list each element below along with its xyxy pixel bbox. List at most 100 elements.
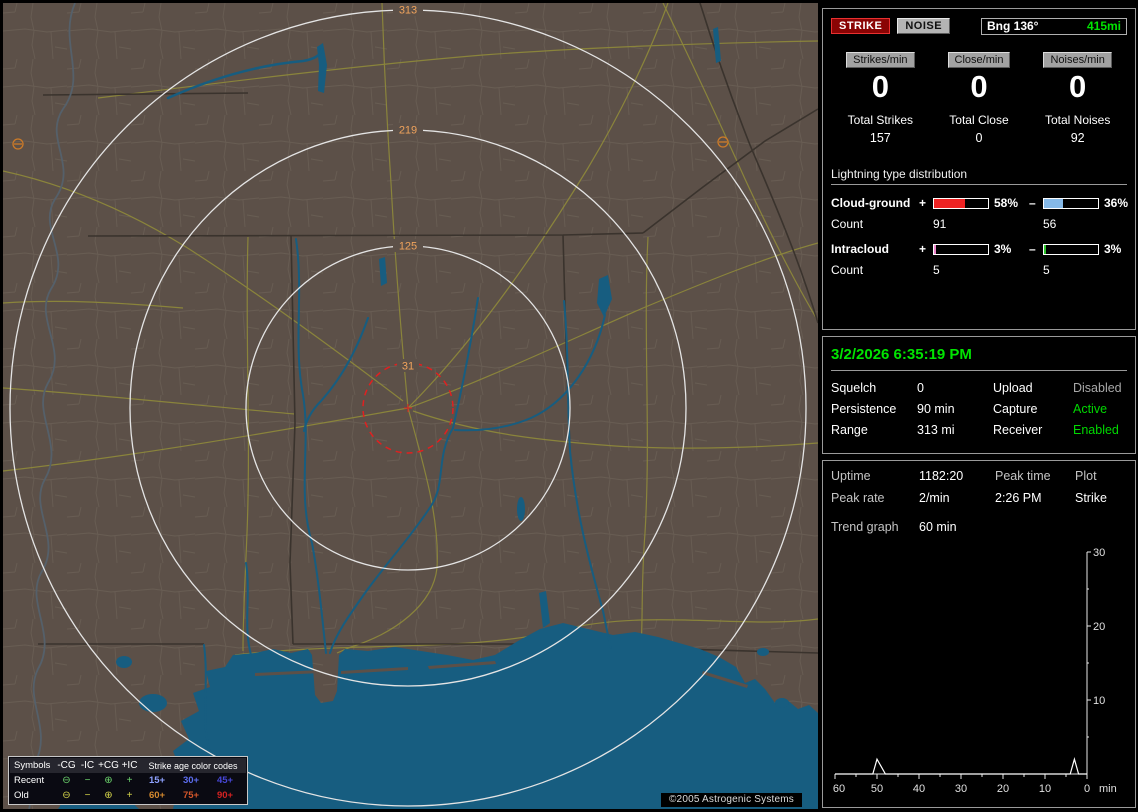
- ring-label-219: 219: [399, 125, 417, 137]
- old-pos-cg-icon: ⊕: [104, 789, 113, 801]
- cg-minus-percent: 36%: [1104, 196, 1129, 211]
- legend-col-neg-ic: -IC: [80, 759, 95, 771]
- uptime-label: Uptime: [831, 469, 871, 483]
- distribution-title: Lightning type distribution: [831, 167, 1127, 186]
- uptime-value: 1182:20: [919, 469, 964, 483]
- strike-symbols-legend: Symbols -CG -IC +CG +IC Strike age color…: [8, 756, 248, 805]
- recent-neg-ic-icon: −: [84, 774, 91, 786]
- age-code-90: 90+: [216, 790, 234, 801]
- trend-graph: 30 20 10 60 50 40 30 20 10 0 min: [833, 547, 1117, 795]
- trend-tick-marks: [834, 551, 1091, 779]
- total-noises-label: Total Noises: [1044, 113, 1111, 128]
- trend-axis-labels: 30 20 10 60 50 40 30 20 10 0 min: [833, 547, 1117, 795]
- upload-label: Upload: [993, 381, 1033, 395]
- plot-label: Plot: [1075, 469, 1097, 483]
- datetime-display: 3/2/2026 6:35:19 PM: [831, 343, 1127, 371]
- ring-label-31: 31: [402, 361, 414, 373]
- strikes-per-min-column: Strikes/min 0 Total Strikes 157: [831, 50, 930, 145]
- intracloud-count-row: Count 5 5: [831, 263, 1127, 277]
- ic-minus-bar-fill: [1044, 244, 1046, 254]
- x-tick-10: 10: [1039, 783, 1051, 795]
- noises-per-min-header[interactable]: Noises/min: [1043, 52, 1112, 68]
- ring-label-313: 313: [399, 5, 417, 17]
- receiver-status-value: Enabled: [1073, 423, 1119, 437]
- trend-axes: [835, 552, 1088, 775]
- plus-sign: +: [919, 242, 927, 257]
- close-per-min-column: Close/min 0 Total Close 0: [930, 50, 1029, 145]
- range-value: 313 mi: [917, 423, 955, 437]
- total-close-label: Total Close: [949, 113, 1009, 128]
- legend-symbols-header: Symbols: [14, 760, 51, 771]
- old-neg-ic-icon: −: [84, 789, 91, 801]
- cloud-ground-row: Cloud-ground + 58% – 36%: [831, 196, 1128, 211]
- range-label: Range: [831, 423, 868, 437]
- ic-minus-bar: [1043, 243, 1099, 255]
- ring-label-125: 125: [399, 241, 417, 253]
- peak-rate-value: 2/min: [919, 491, 950, 505]
- trend-graph-value: 60 min: [919, 520, 957, 534]
- age-code-15: 15+: [148, 775, 166, 786]
- plus-sign: +: [919, 196, 927, 211]
- age-code-75: 75+: [182, 790, 200, 801]
- trend-graph-label: Trend graph: [831, 520, 899, 534]
- old-pos-ic-icon: +: [126, 789, 133, 801]
- bearing-display: Bng 136° 415mi: [981, 17, 1127, 35]
- close-per-min-value: 0: [970, 69, 988, 104]
- total-strikes-label: Total Strikes: [847, 113, 913, 128]
- persistence-value: 90 min: [917, 402, 955, 416]
- trend-series-line: [835, 757, 1087, 775]
- capture-label: Capture: [993, 402, 1038, 416]
- x-tick-60: 60: [833, 783, 845, 795]
- bearing-distance: 415mi: [1086, 19, 1121, 33]
- noises-per-min-value: 0: [1069, 69, 1087, 104]
- cloud-ground-label: Cloud-ground: [831, 196, 911, 211]
- receiver-label: Receiver: [993, 423, 1043, 437]
- cg-plus-bar: [933, 197, 989, 209]
- copyright-label: ©2005 Astrogenic Systems: [660, 793, 802, 807]
- total-strikes-value: 157: [869, 131, 891, 146]
- legend-col-pos-ic: +IC: [121, 759, 138, 771]
- ic-plus-bar: [933, 243, 989, 255]
- x-axis-unit: min: [1099, 783, 1117, 795]
- legend-col-neg-cg: -CG: [57, 759, 76, 771]
- ic-plus-bar-fill: [934, 244, 936, 254]
- strikes-per-min-header[interactable]: Strikes/min: [846, 52, 915, 68]
- map-canvas: 313 219 125 31: [3, 3, 818, 809]
- cg-minus-bar: [1043, 197, 1099, 209]
- x-tick-30: 30: [955, 783, 967, 795]
- ic-plus-percent: 3%: [994, 242, 1012, 257]
- minus-sign: –: [1029, 196, 1036, 211]
- capture-status-value: Active: [1073, 402, 1108, 416]
- age-code-45: 45+: [216, 775, 234, 786]
- x-tick-20: 20: [997, 783, 1009, 795]
- strike-tab-button[interactable]: STRIKE: [831, 18, 891, 34]
- recent-pos-ic-icon: +: [126, 774, 133, 786]
- intracloud-row: Intracloud + 3% – 3%: [831, 242, 1127, 256]
- session-panel: Uptime 1182:20 Peak time Plot Peak rate …: [822, 460, 1136, 808]
- squelch-value: 0: [917, 381, 924, 395]
- x-tick-0: 0: [1084, 783, 1090, 795]
- bearing-value: Bng 136°: [987, 19, 1039, 33]
- lightning-map[interactable]: 313 219 125 31 Symbols -CG -IC +CG +IC S…: [3, 3, 818, 809]
- ic-plus-count: 5: [933, 263, 940, 278]
- age-code-30: 30+: [182, 775, 200, 786]
- cg-minus-count: 56: [1043, 217, 1057, 232]
- plot-value: Strike: [1075, 491, 1107, 505]
- noise-tab-button[interactable]: NOISE: [897, 18, 951, 34]
- total-close-value: 0: [975, 131, 983, 146]
- cg-plus-count: 91: [933, 217, 947, 232]
- strikes-per-min-value: 0: [871, 69, 889, 104]
- minus-sign: –: [1029, 242, 1036, 257]
- y-tick-10: 10: [1093, 695, 1105, 707]
- peak-time-label: Peak time: [995, 469, 1051, 483]
- legend-age-header: Strike age color codes: [148, 760, 238, 771]
- count-label: Count: [831, 263, 864, 278]
- legend-old-label: Old: [14, 790, 29, 801]
- cg-plus-percent: 58%: [994, 196, 1019, 211]
- sidebar: STRIKE NOISE Bng 136° 415mi Strikes/min …: [822, 8, 1136, 808]
- x-tick-40: 40: [913, 783, 925, 795]
- nexstorm-window: 313 219 125 31 Symbols -CG -IC +CG +IC S…: [0, 0, 1138, 812]
- squelch-label: Squelch: [831, 381, 877, 395]
- close-per-min-header[interactable]: Close/min: [947, 52, 1011, 68]
- legend-recent-label: Recent: [14, 775, 45, 786]
